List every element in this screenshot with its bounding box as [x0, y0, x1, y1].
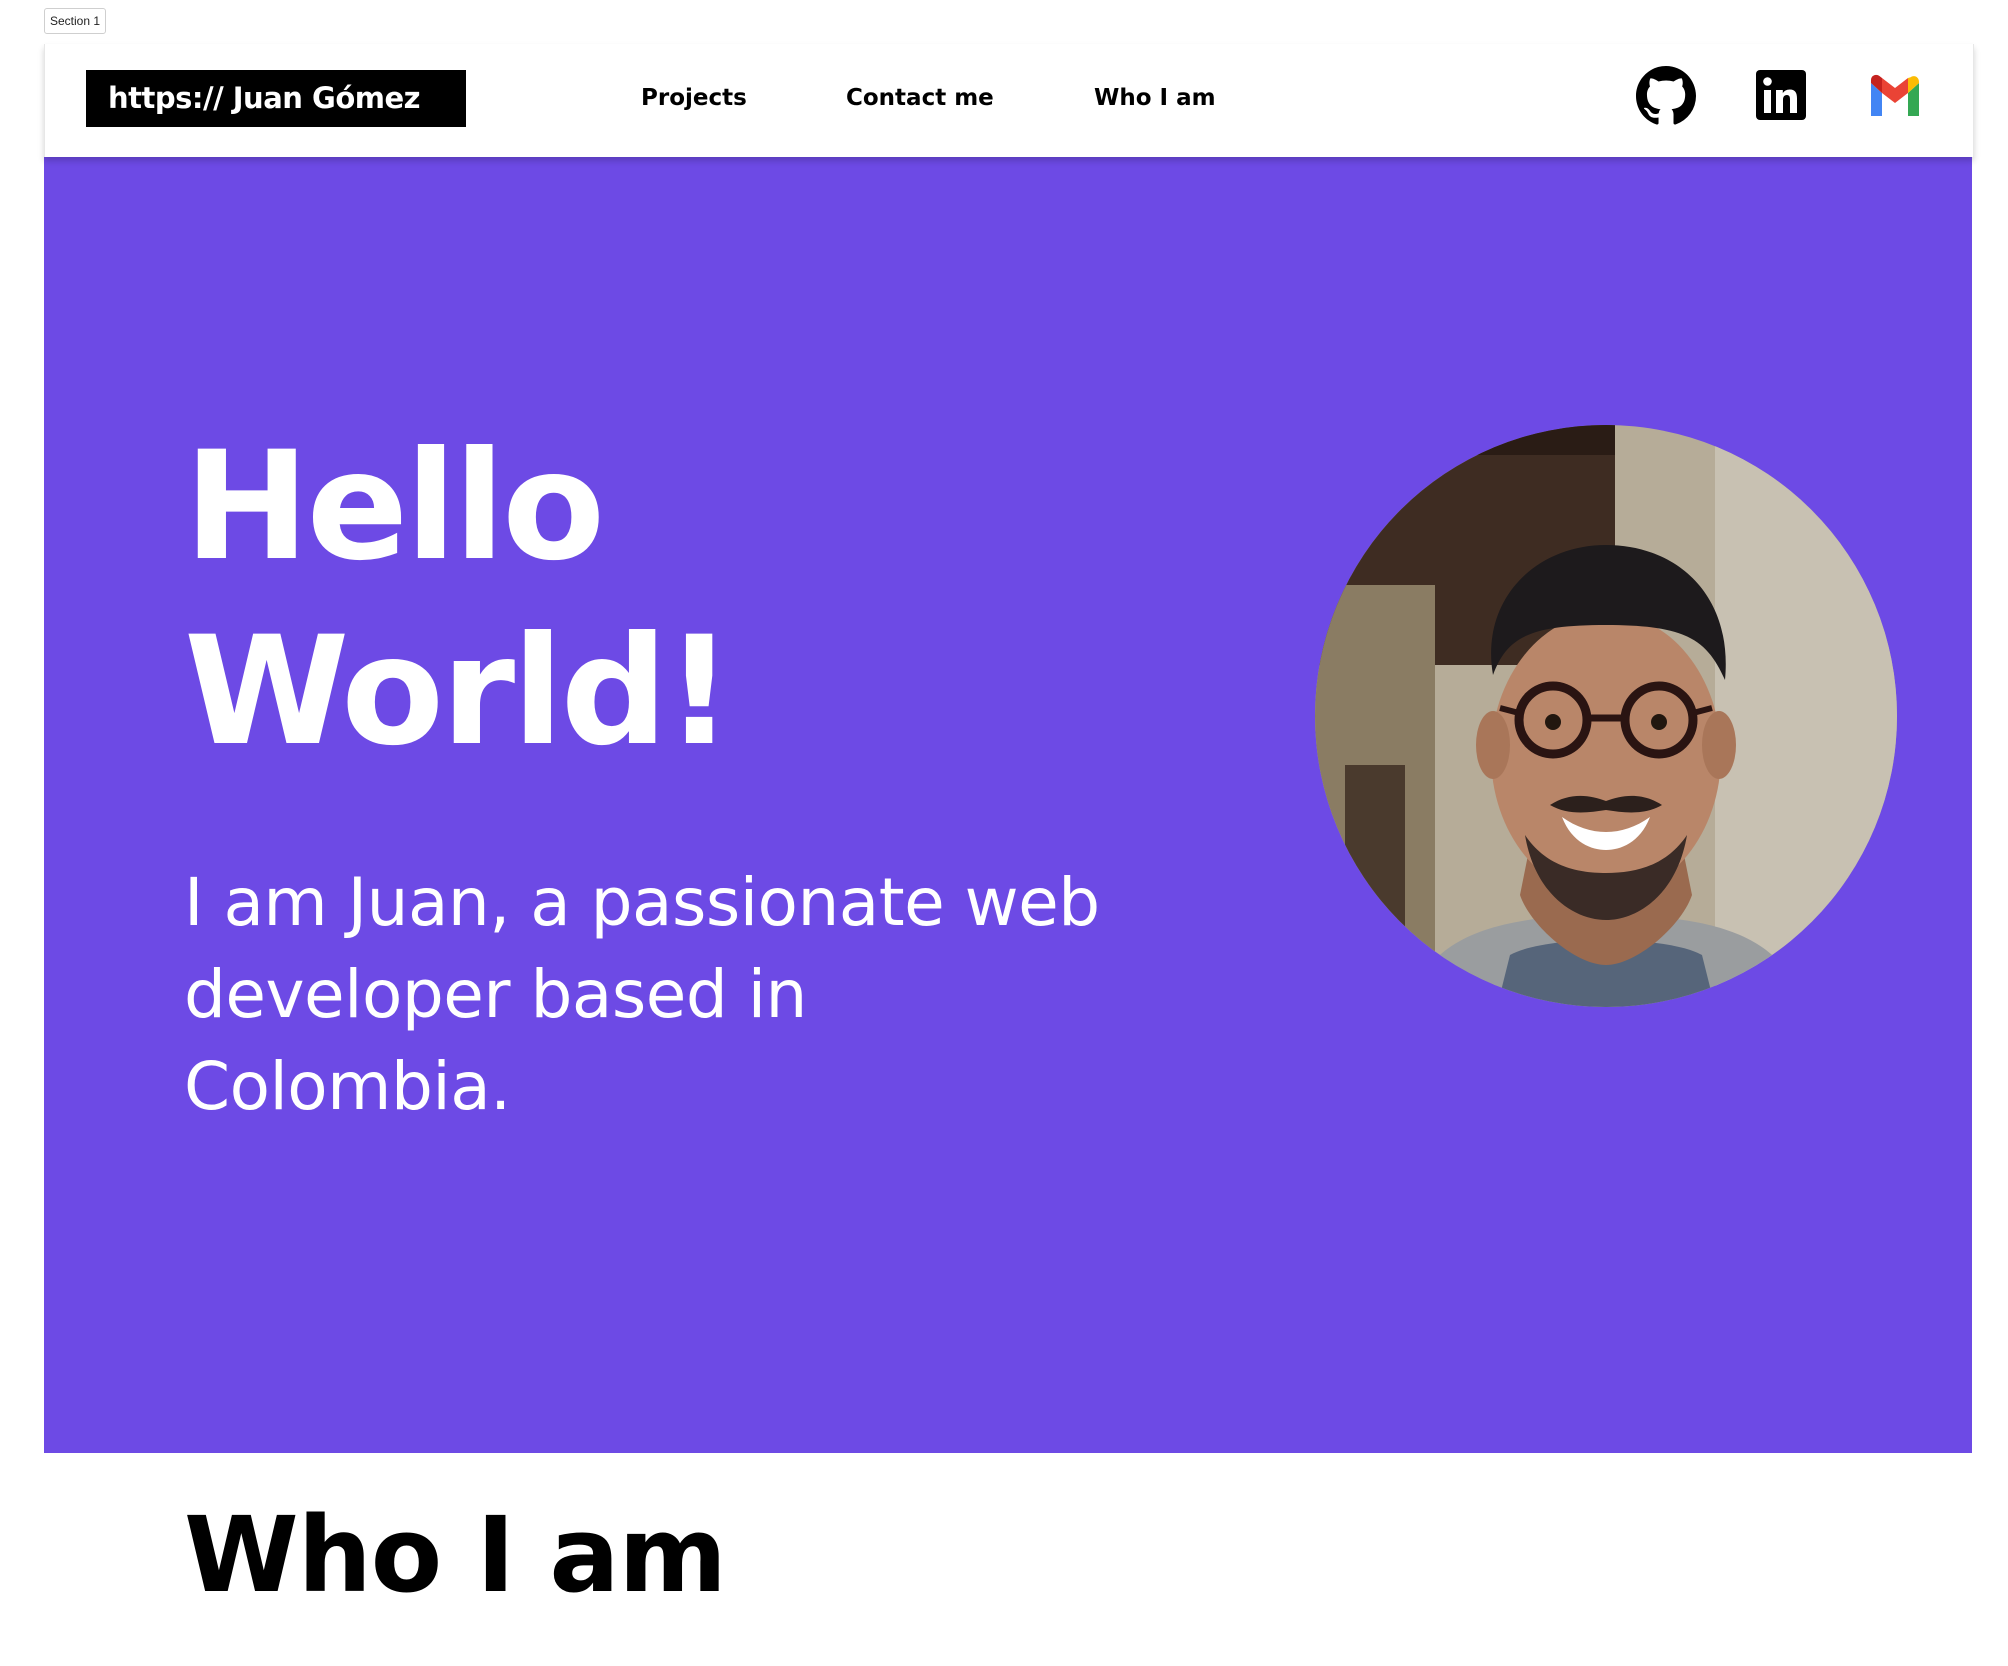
who-i-am-heading: Who I am: [184, 1494, 727, 1616]
nav-contact-me[interactable]: Contact me: [846, 80, 994, 116]
hero-section: Hello World! I am Juan, a passionate web…: [44, 157, 1972, 1453]
hero-heading-line-1: Hello: [184, 420, 605, 594]
frame-label: Section 1: [44, 8, 107, 34]
profile-photo: [1315, 425, 1897, 1007]
hero-subtitle: I am Juan, a passionate web developer ba…: [184, 864, 1100, 1125]
brand-logo[interactable]: https:// Juan Gómez: [86, 70, 466, 127]
linkedin-icon[interactable]: [1751, 66, 1811, 126]
hero-heading-line-2: World!: [184, 605, 733, 779]
navbar: https:// Juan Gómez Projects Contact me …: [44, 44, 1974, 157]
gmail-icon[interactable]: [1865, 66, 1925, 126]
github-icon[interactable]: [1636, 66, 1696, 126]
nav-who-i-am[interactable]: Who I am: [1094, 80, 1216, 116]
page: Section 1 https:// Juan Gómez Projects C…: [0, 0, 2008, 1666]
hero-heading: Hello World!: [184, 415, 733, 785]
nav-projects[interactable]: Projects: [641, 80, 747, 116]
